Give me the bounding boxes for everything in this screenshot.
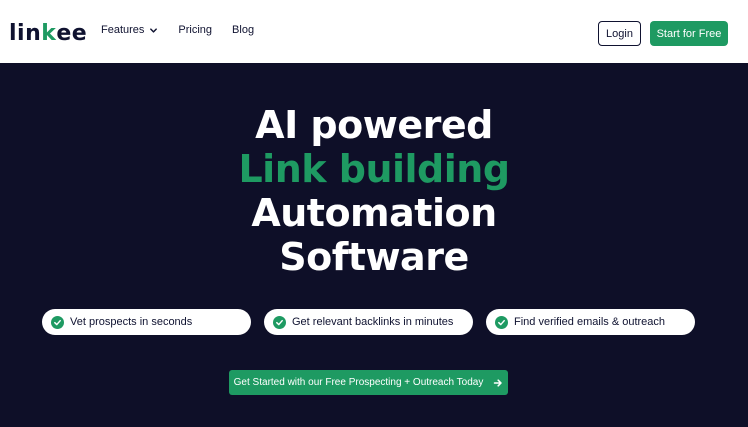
nav-links: Features Pricing Blog <box>101 24 274 36</box>
cta-label: Get Started with our Free Prospecting + … <box>233 377 484 388</box>
check-circle-icon <box>495 315 508 329</box>
logo-mark: k <box>41 20 57 46</box>
logo-suffix: ee <box>56 20 88 46</box>
login-button[interactable]: Login <box>598 21 641 46</box>
headline-line-4: Software <box>279 235 469 279</box>
chevron-down-icon <box>150 27 158 33</box>
nav-item-features-label: Features <box>101 24 145 36</box>
feature-pill-emails: Find verified emails & outreach <box>486 309 695 335</box>
hero-section: AI powered Link building Automation Soft… <box>0 63 748 427</box>
nav-item-blog[interactable]: Blog <box>232 24 254 36</box>
feature-pill-label: Get relevant backlinks in minutes <box>292 316 454 328</box>
hero-headline: AI powered Link building Automation Soft… <box>0 103 748 279</box>
headline-line-3: Automation <box>251 191 497 235</box>
feature-pill-backlinks: Get relevant backlinks in minutes <box>264 309 473 335</box>
feature-pill-label: Find verified emails & outreach <box>514 316 666 328</box>
check-circle-icon <box>51 315 64 329</box>
headline-line-2: Link building <box>238 147 510 191</box>
logo-prefix: lin <box>9 20 42 46</box>
feature-pill-vet-prospects: Vet prospects in seconds <box>42 309 251 335</box>
get-started-cta-button[interactable]: Get Started with our Free Prospecting + … <box>229 370 508 395</box>
headline-line-1: AI powered <box>255 103 493 147</box>
linkee-logo[interactable]: lin k ee <box>9 19 87 47</box>
check-circle-icon <box>273 315 286 329</box>
nav-item-pricing[interactable]: Pricing <box>178 24 212 36</box>
top-navbar: lin k ee Features Pricing Blog Login Start… <box>0 0 748 63</box>
feature-pill-label: Vet prospects in seconds <box>70 316 193 328</box>
nav-item-features[interactable]: Features <box>101 24 158 36</box>
arrow-right-icon <box>494 378 503 387</box>
start-for-free-button[interactable]: Start for Free <box>650 21 728 46</box>
